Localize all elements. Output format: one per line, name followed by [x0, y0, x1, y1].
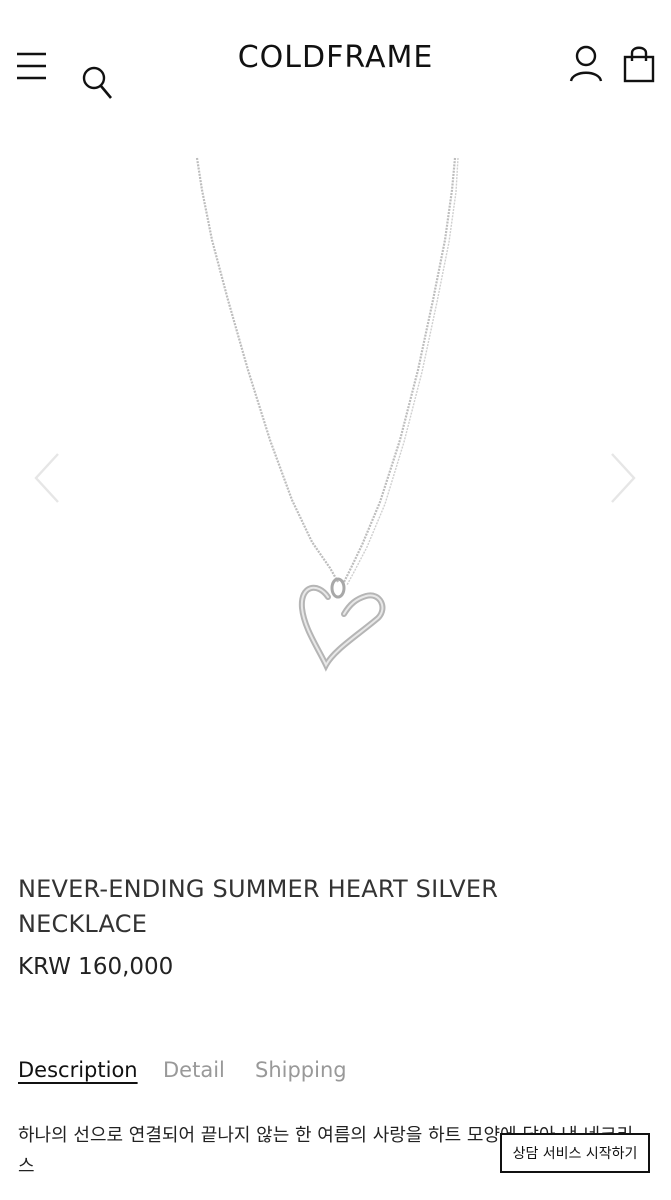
tab-description[interactable]: Description [18, 1058, 138, 1082]
product-image-necklace[interactable] [0, 130, 671, 850]
product-title: NEVER-ENDING SUMMER HEART SILVER NECKLAC… [18, 875, 499, 938]
product-gallery[interactable] [0, 130, 671, 850]
product-price: KRW 160,000 [18, 954, 174, 980]
tab-detail[interactable]: Detail [163, 1058, 225, 1082]
tab-shipping[interactable]: Shipping [255, 1058, 347, 1082]
shopping-bag-icon[interactable] [622, 44, 656, 84]
site-header: COLDFRAME [0, 0, 671, 130]
start-chat-button[interactable]: 상담 서비스 시작하기 [500, 1133, 650, 1173]
user-icon[interactable] [568, 44, 604, 84]
chevron-right-icon[interactable] [606, 450, 640, 506]
chevron-left-icon[interactable] [30, 450, 64, 506]
